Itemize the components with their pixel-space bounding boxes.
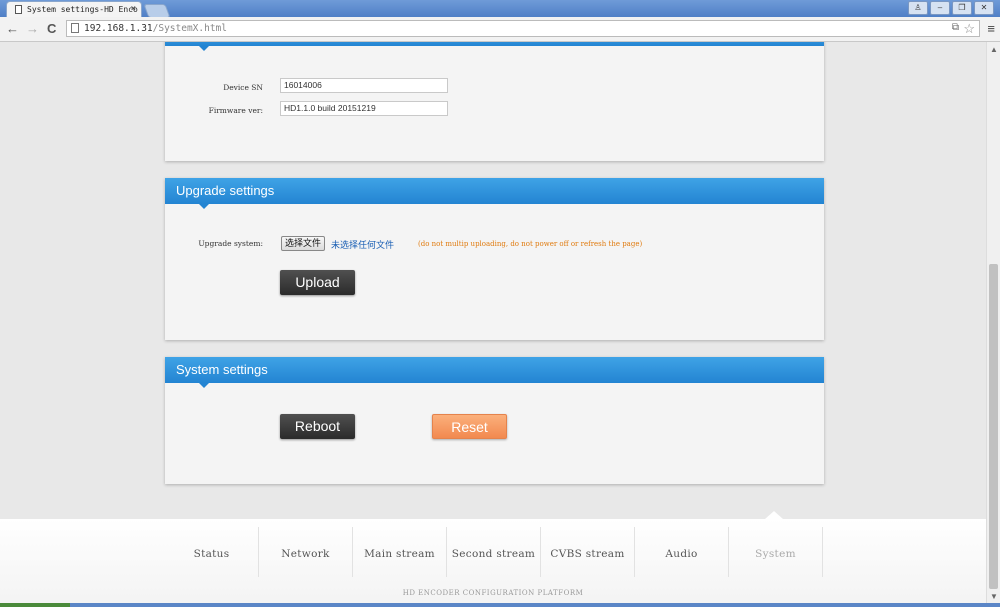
upload-button[interactable]: Upload: [280, 270, 355, 295]
new-tab-button[interactable]: [143, 4, 171, 18]
browser-toolbar: ← → C 192.168.1.31/SystemX.html ⧉ ☆ ≡: [0, 17, 1000, 42]
bookmark-star-icon[interactable]: ☆: [963, 21, 975, 37]
back-icon[interactable]: ←: [6, 21, 19, 36]
upgrade-panel: Upgrade settings Upgrade system: 选择文件 未选…: [165, 178, 824, 340]
url-text: 192.168.1.31/SystemX.html: [84, 23, 227, 34]
device-sn-label: Device SN: [223, 83, 263, 92]
device-info-panel: Device SN 16014006 Firmware ver: HD1.1.0…: [165, 42, 824, 161]
tab-title: System settings-HD Enco: [27, 5, 138, 14]
bottom-nav: Status Network Main stream Second stream…: [165, 527, 823, 577]
tab-close-icon[interactable]: ×: [131, 4, 136, 14]
page-icon: [15, 5, 22, 14]
platform-footer: HD ENCODER CONFIGURATION PLATFORM: [402, 589, 584, 597]
system-settings-header: System settings: [165, 357, 824, 388]
page-icon: [71, 23, 79, 33]
header-notch: [199, 46, 209, 51]
bottom-nav-bar: Status Network Main stream Second stream…: [0, 511, 986, 607]
reload-icon[interactable]: C: [47, 21, 56, 36]
minimize-icon[interactable]: –: [930, 1, 950, 15]
device-sn-field[interactable]: 16014006: [280, 78, 448, 93]
reboot-button[interactable]: Reboot: [280, 414, 355, 439]
user-icon[interactable]: ♙: [908, 1, 928, 15]
browser-tab[interactable]: System settings-HD Enco ×: [6, 1, 142, 17]
vertical-scrollbar[interactable]: ▲ ▼: [986, 42, 1000, 607]
menu-icon[interactable]: ≡: [987, 21, 995, 36]
taskbar-strip: [0, 603, 1000, 607]
firmware-field[interactable]: HD1.1.0 build 20151219: [280, 101, 448, 116]
nav-main-stream[interactable]: Main stream: [353, 527, 447, 577]
nav-audio[interactable]: Audio: [635, 527, 729, 577]
window-controls: ♙ – ❐ ✕: [908, 1, 994, 15]
reset-button[interactable]: Reset: [432, 414, 507, 439]
restore-icon[interactable]: ❐: [952, 1, 972, 15]
scrollbar-thumb[interactable]: [989, 264, 998, 589]
active-indicator: [765, 511, 783, 519]
browser-titlebar: System settings-HD Enco × ♙ – ❐ ✕: [0, 0, 1000, 18]
system-settings-title: System settings: [176, 362, 268, 377]
forward-icon[interactable]: →: [26, 21, 39, 36]
upgrade-system-label: Upgrade system:: [198, 239, 263, 248]
choose-file-button[interactable]: 选择文件: [281, 236, 326, 251]
device-info-header: [165, 42, 824, 51]
translate-icon[interactable]: ⧉: [952, 22, 959, 33]
address-bar[interactable]: 192.168.1.31/SystemX.html ⧉ ☆: [66, 20, 980, 37]
upgrade-header: Upgrade settings: [165, 178, 824, 209]
system-settings-panel: System settings Reboot Reset: [165, 357, 824, 484]
nav-status[interactable]: Status: [165, 527, 259, 577]
scroll-down-icon[interactable]: ▼: [990, 592, 998, 601]
header-notch: [199, 204, 209, 209]
scroll-up-icon[interactable]: ▲: [990, 45, 998, 54]
upgrade-warning: (do not multip uploading, do not power o…: [418, 240, 643, 248]
header-notch: [199, 383, 209, 388]
upgrade-title: Upgrade settings: [176, 183, 275, 198]
nav-second-stream[interactable]: Second stream: [447, 527, 541, 577]
firmware-label: Firmware ver:: [208, 106, 263, 115]
page-viewport: Device SN 16014006 Firmware ver: HD1.1.0…: [0, 42, 986, 607]
close-window-icon[interactable]: ✕: [974, 1, 994, 15]
no-file-text: 未选择任何文件: [331, 240, 395, 250]
nav-cvbs-stream[interactable]: CVBS stream: [541, 527, 635, 577]
nav-network[interactable]: Network: [259, 527, 353, 577]
nav-system[interactable]: System: [729, 527, 823, 577]
